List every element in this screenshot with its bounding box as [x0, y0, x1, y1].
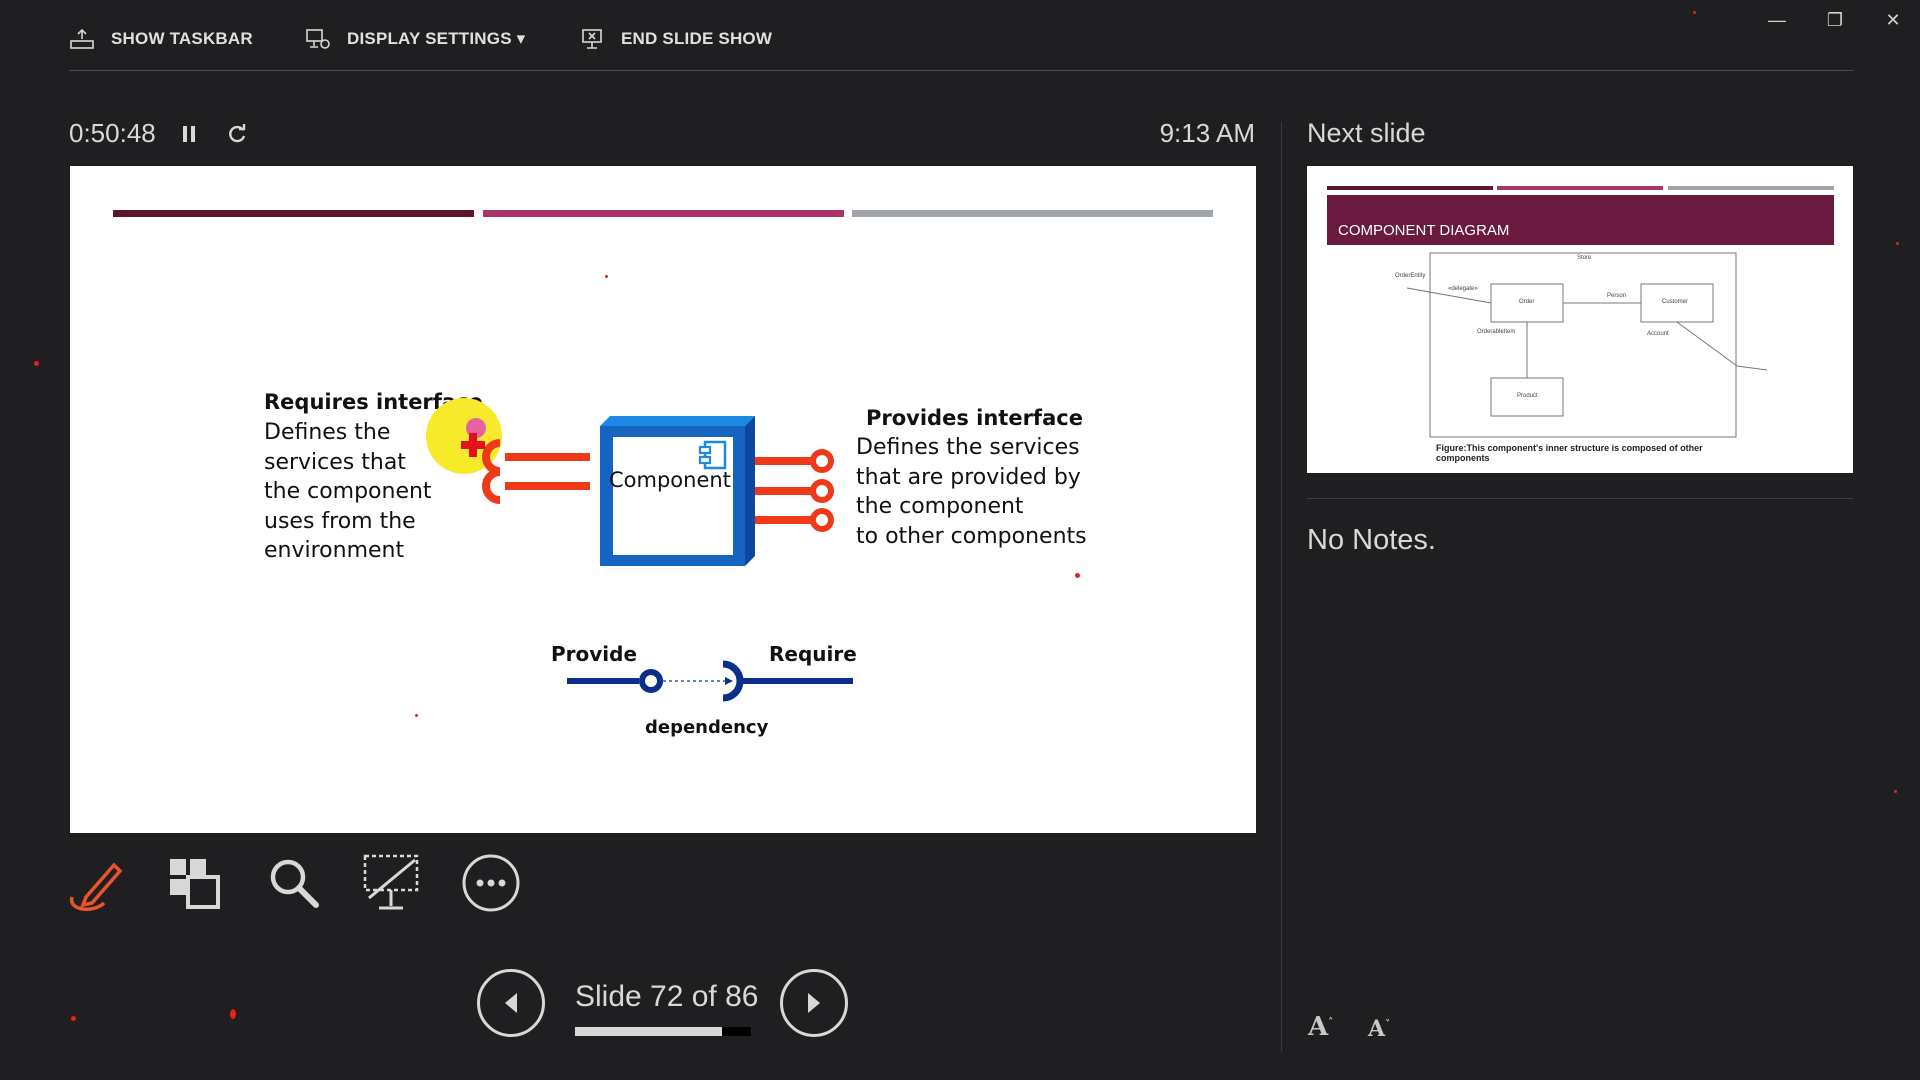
previous-slide-button[interactable] [477, 969, 545, 1037]
thumb-label: Customer [1662, 299, 1689, 305]
requires-interface-description: Defines the services that the component … [264, 418, 432, 566]
next-slide-button[interactable] [780, 969, 848, 1037]
requires-line: the component [264, 479, 432, 504]
pen-mark [415, 714, 418, 717]
pen-mark [1075, 573, 1080, 578]
display-settings-icon [306, 29, 330, 49]
thumb-label: Order [1519, 299, 1535, 305]
increase-font-icon[interactable]: A˄ [1308, 1012, 1333, 1042]
thumb-label: Product [1517, 393, 1538, 399]
thumb-label: OrderableItem [1477, 329, 1516, 335]
thumb-label: Account [1647, 331, 1669, 337]
requires-line: Defines the [264, 420, 391, 445]
provides-line: to other components [856, 523, 1087, 549]
pane-divider [1281, 122, 1282, 1052]
provides-line: the component [856, 494, 1024, 519]
end-slide-show-label: END SLIDE SHOW [621, 29, 773, 48]
close-icon[interactable]: ✕ [1873, 6, 1913, 34]
slide-bar-2 [483, 210, 844, 217]
thumb-diagram [1406, 252, 1768, 438]
arrow-left-icon [505, 993, 517, 1013]
slide-progress-bar [575, 1027, 751, 1036]
arrow-right-icon [808, 993, 820, 1013]
pause-icon[interactable] [173, 118, 205, 150]
restore-icon[interactable]: ❐ [1815, 6, 1855, 34]
pen-tool-icon[interactable] [65, 851, 129, 915]
slide-counter: Slide 72 of 86 [575, 980, 759, 1013]
pen-mark [1693, 11, 1696, 14]
end-show-icon [582, 29, 602, 49]
black-screen-icon[interactable] [360, 851, 424, 915]
slide-progress-fill [575, 1027, 723, 1036]
component-label: Component [609, 468, 731, 492]
slide-bar-1 [113, 210, 474, 217]
minimize-icon[interactable]: — [1757, 6, 1797, 34]
taskbar-icon [70, 28, 94, 49]
requires-line: services that [264, 449, 406, 475]
pen-mark [71, 1016, 76, 1021]
component-diagram [461, 416, 834, 566]
restart-icon[interactable] [221, 118, 253, 150]
more-options-icon[interactable] [459, 851, 523, 915]
display-settings-button[interactable]: DISPLAY SETTINGS ▾ [305, 24, 525, 54]
provides-interface-title: Provides interface [866, 406, 1083, 430]
slide-bar-3 [852, 210, 1213, 217]
pen-mark [34, 361, 39, 366]
show-taskbar-button[interactable]: SHOW TASKBAR [69, 24, 253, 54]
toolbar-divider [69, 70, 1854, 71]
thumb-caption: Figure:This component's inner structure … [1436, 443, 1703, 463]
display-settings-label: DISPLAY SETTINGS ▾ [347, 29, 526, 48]
requires-line: environment [264, 538, 405, 563]
zoom-icon[interactable] [262, 851, 326, 915]
decrease-font-icon[interactable]: A˅ [1368, 1016, 1390, 1042]
end-slide-show-button[interactable]: END SLIDE SHOW [579, 24, 772, 54]
dependency-figure [567, 660, 853, 702]
notes-divider [1307, 498, 1853, 499]
show-taskbar-label: SHOW TASKBAR [111, 29, 253, 48]
next-slide-thumbnail[interactable]: COMPONENT DIAGRAM Store OrderEntity «del… [1307, 166, 1853, 473]
see-all-slides-icon[interactable] [162, 851, 226, 915]
dependency-label: dependency [645, 717, 769, 738]
next-slide-label: Next slide [1307, 118, 1426, 148]
thumb-label: OrderEntity [1395, 273, 1426, 279]
pen-mark [605, 275, 608, 278]
pen-mark [1894, 790, 1897, 793]
clock: 9:13 AM [1159, 118, 1255, 148]
thumb-label: «delegate» [1448, 286, 1478, 292]
requires-line: uses from the [264, 508, 416, 534]
speaker-notes: No Notes. [1307, 524, 1436, 556]
elapsed-timer: 0:50:48 [69, 118, 156, 148]
pen-mark [230, 1009, 236, 1019]
current-slide[interactable]: Requires interface Defines the services … [70, 166, 1256, 833]
provides-interface-description: Defines the services that are provided b… [856, 433, 1087, 551]
provides-line: that are provided by [856, 464, 1081, 490]
thumb-label: Store [1577, 255, 1592, 261]
pen-mark [1896, 242, 1899, 245]
thumb-label: Person [1607, 293, 1627, 299]
provides-line: Defines the services [856, 435, 1080, 460]
